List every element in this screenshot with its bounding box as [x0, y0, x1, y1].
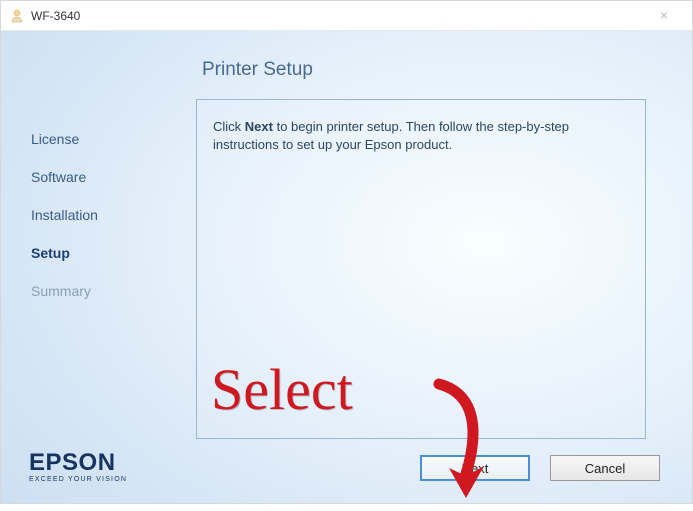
titlebar: WF-3640 ×: [1, 1, 692, 31]
sidebar-item-software: Software: [31, 169, 176, 185]
window-title: WF-3640: [31, 9, 80, 23]
sidebar-item-setup: Setup: [31, 245, 176, 261]
next-button[interactable]: Next: [420, 455, 530, 481]
button-row: Next Cancel: [420, 455, 660, 481]
content-box: Click Next to begin printer setup. Then …: [196, 99, 646, 439]
cancel-button[interactable]: Cancel: [550, 455, 660, 481]
client-area: License Software Installation Setup Summ…: [1, 31, 692, 503]
installer-window: WF-3640 × License Software Installation …: [0, 0, 693, 504]
instruction-text: Click Next to begin printer setup. Then …: [213, 118, 629, 154]
main-panel: Printer Setup Click Next to begin printe…: [176, 31, 692, 503]
sidebar-item-license: License: [31, 131, 176, 147]
close-icon[interactable]: ×: [644, 5, 684, 25]
instruction-bold: Next: [245, 119, 273, 134]
brand-name: EPSON: [29, 451, 127, 475]
brand-logo: EPSON EXCEED YOUR VISION: [29, 451, 127, 483]
page-title: Printer Setup: [202, 59, 662, 81]
brand-tagline: EXCEED YOUR VISION: [29, 476, 127, 483]
sidebar-item-summary: Summary: [31, 283, 176, 299]
step-sidebar: License Software Installation Setup Summ…: [1, 31, 176, 503]
app-icon: [9, 8, 25, 24]
sidebar-item-installation: Installation: [31, 207, 176, 223]
instruction-pre: Click: [213, 119, 245, 134]
